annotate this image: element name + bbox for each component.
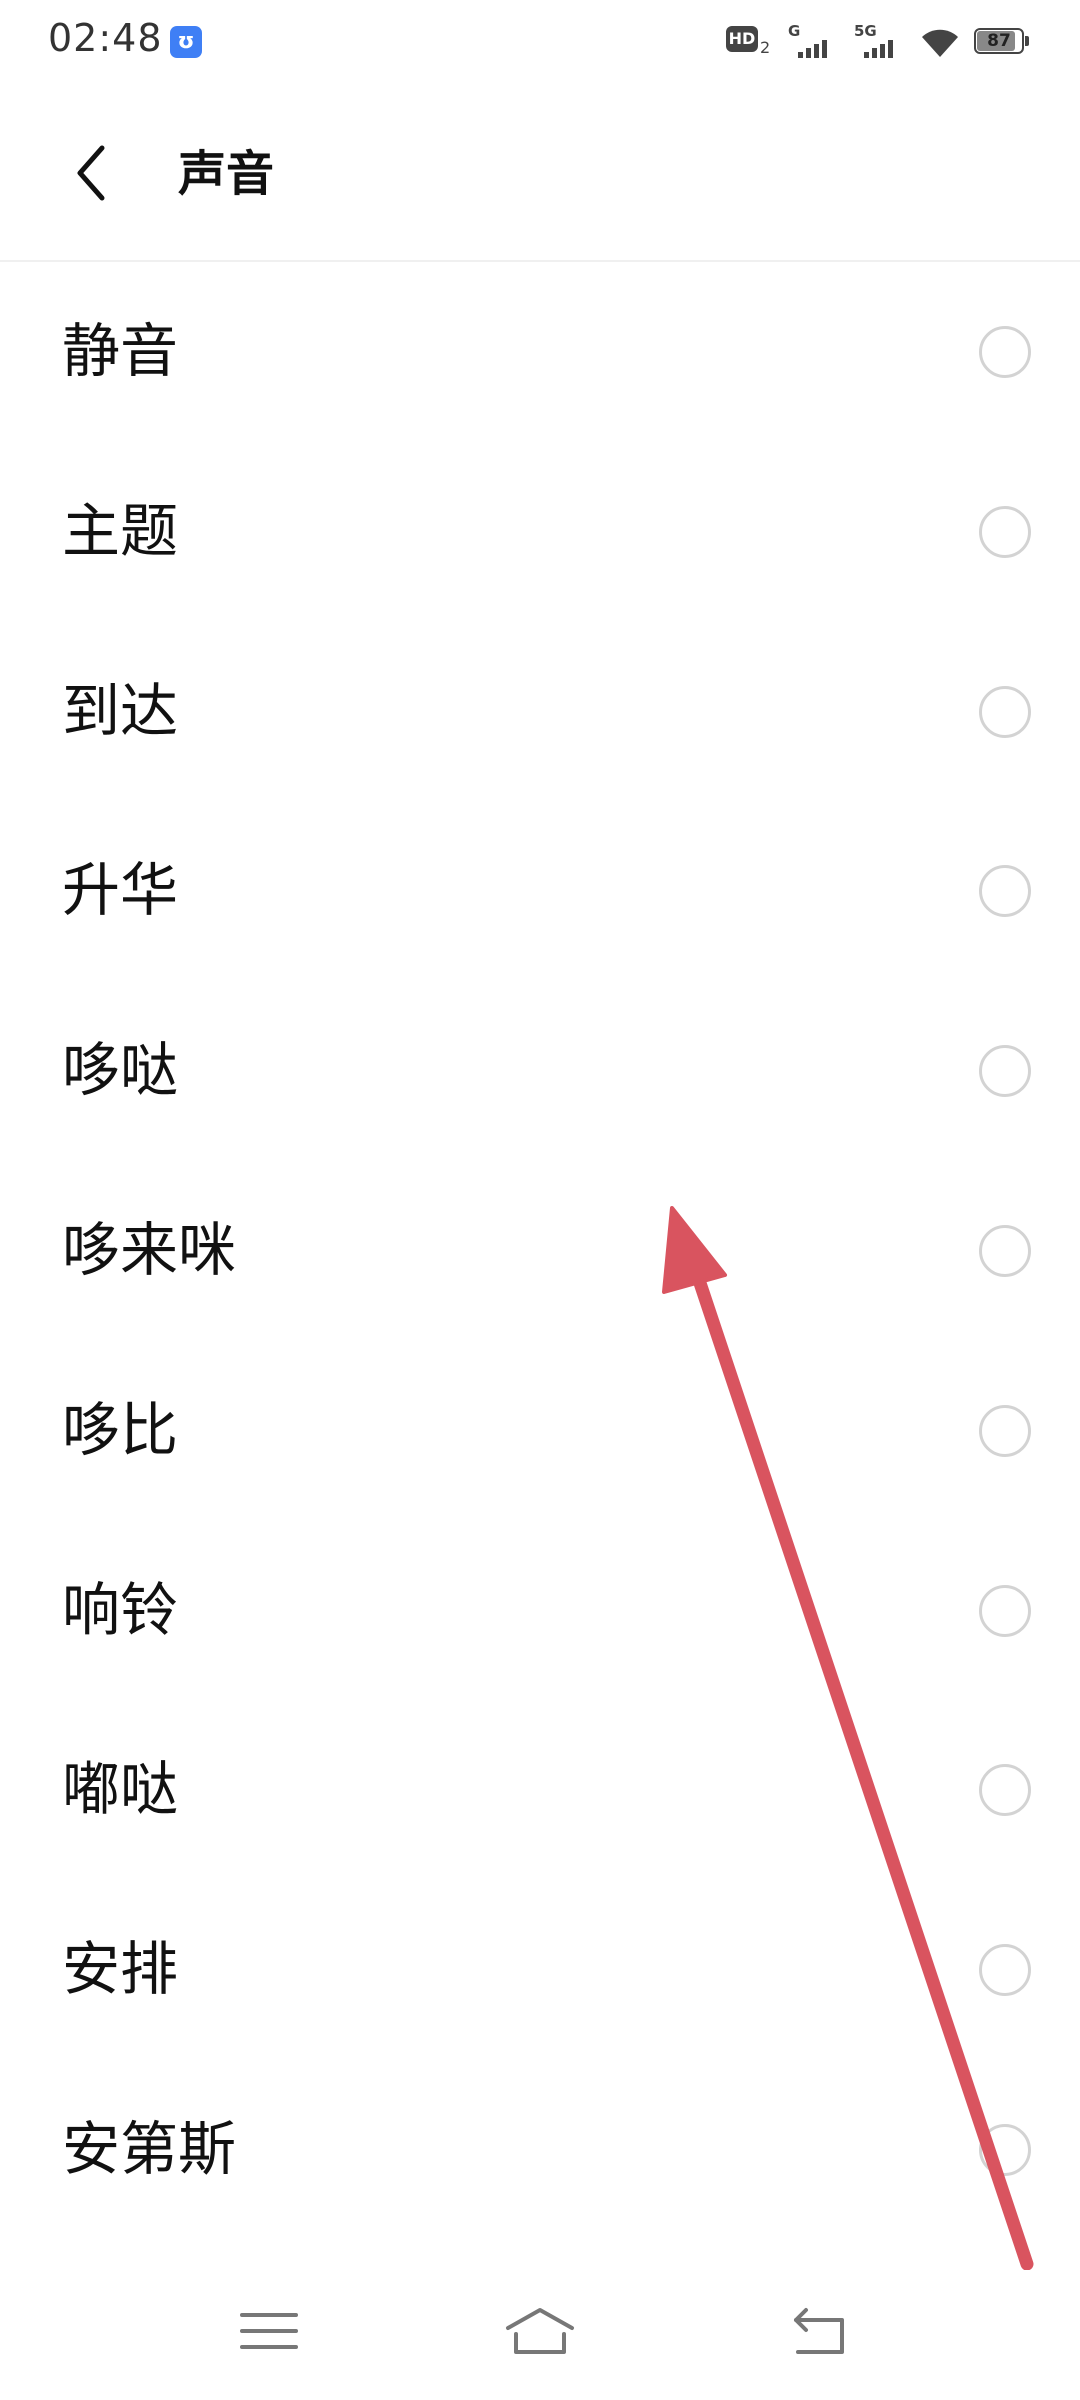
chevron-left-icon	[77, 145, 105, 201]
sound-option[interactable]: 静音	[0, 262, 1080, 442]
sound-option[interactable]: 响铃	[0, 1521, 1080, 1701]
sound-option[interactable]: 主题	[0, 442, 1080, 622]
back-icon	[794, 2308, 844, 2354]
page-title: 声音	[178, 146, 275, 202]
hd-voice-icon: HD 2	[726, 24, 774, 60]
menu-icon	[240, 2313, 298, 2349]
radio-button[interactable]	[979, 2123, 1031, 2176]
sound-option-label: 升华	[62, 856, 179, 925]
back-button[interactable]	[60, 138, 130, 208]
radio-button[interactable]	[979, 1224, 1031, 1277]
sound-option-label: 响铃	[62, 1575, 179, 1644]
wifi-icon	[922, 29, 958, 57]
sound-option-label: 到达	[62, 676, 179, 745]
sound-list: 静音 主题 到达 升华 哆哒 哆来咪 哆比 响铃 嘟哒 安排 安第斯	[0, 262, 1080, 2240]
sound-option[interactable]: 哆比	[0, 1341, 1080, 1521]
hd-label: HD	[726, 26, 758, 52]
hd-sub-label: 2	[760, 38, 771, 57]
radio-button[interactable]	[979, 1584, 1031, 1637]
sound-option-label: 静音	[62, 317, 179, 385]
sound-option[interactable]: 安排	[0, 1880, 1080, 2060]
radio-button[interactable]	[979, 326, 1031, 378]
sound-option-label: 安第斯	[62, 2114, 237, 2183]
sound-option-label: 哆来咪	[62, 1215, 237, 1284]
signal-2-label: 5G	[854, 22, 877, 40]
sound-option[interactable]: 哆哒	[0, 981, 1080, 1161]
sound-option-label: 嘟哒	[62, 1755, 179, 1824]
back-nav-button[interactable]	[782, 2298, 862, 2368]
sound-option-label: 哆哒	[62, 1036, 179, 1105]
sound-option[interactable]: 哆来咪	[0, 1161, 1080, 1341]
sound-option-label: 主题	[62, 496, 179, 565]
status-time: 02:48	[48, 16, 163, 60]
radio-button[interactable]	[979, 1944, 1031, 1997]
sound-option[interactable]: 嘟哒	[0, 1700, 1080, 1880]
signal-2-icon: 5G	[854, 22, 906, 60]
radio-button[interactable]	[979, 685, 1031, 738]
radio-button[interactable]	[979, 1404, 1031, 1457]
status-bar: 02:48 ʊ HD 2 G 5G 87	[0, 0, 1080, 84]
sound-option-label: 哆比	[62, 1395, 179, 1464]
battery-icon: 87	[974, 28, 1032, 56]
page-header: 声音	[0, 84, 1080, 262]
navigation-bar	[0, 2270, 1080, 2400]
home-icon	[506, 2308, 574, 2354]
battery-level: 87	[987, 31, 1011, 51]
sound-option-label: 安排	[62, 1935, 179, 2004]
signal-1-label: G	[788, 22, 801, 40]
signal-1-icon: G	[788, 22, 840, 60]
radio-button[interactable]	[979, 505, 1031, 558]
menu-button[interactable]	[230, 2298, 310, 2368]
notification-app-icon: ʊ	[170, 26, 202, 58]
sound-option[interactable]: 到达	[0, 622, 1080, 802]
status-icons: HD 2 G 5G 87	[726, 22, 1032, 62]
sound-option[interactable]: 升华	[0, 801, 1080, 981]
radio-button[interactable]	[979, 865, 1031, 918]
sound-option[interactable]: 安第斯	[0, 2060, 1080, 2240]
radio-button[interactable]	[979, 1764, 1031, 1817]
sound-settings-screen: 02:48 ʊ HD 2 G 5G 87 声音 静音 主题 到达 升华 哆哒 哆…	[0, 0, 1080, 2400]
radio-button[interactable]	[979, 1045, 1031, 1098]
home-button[interactable]	[500, 2298, 580, 2368]
